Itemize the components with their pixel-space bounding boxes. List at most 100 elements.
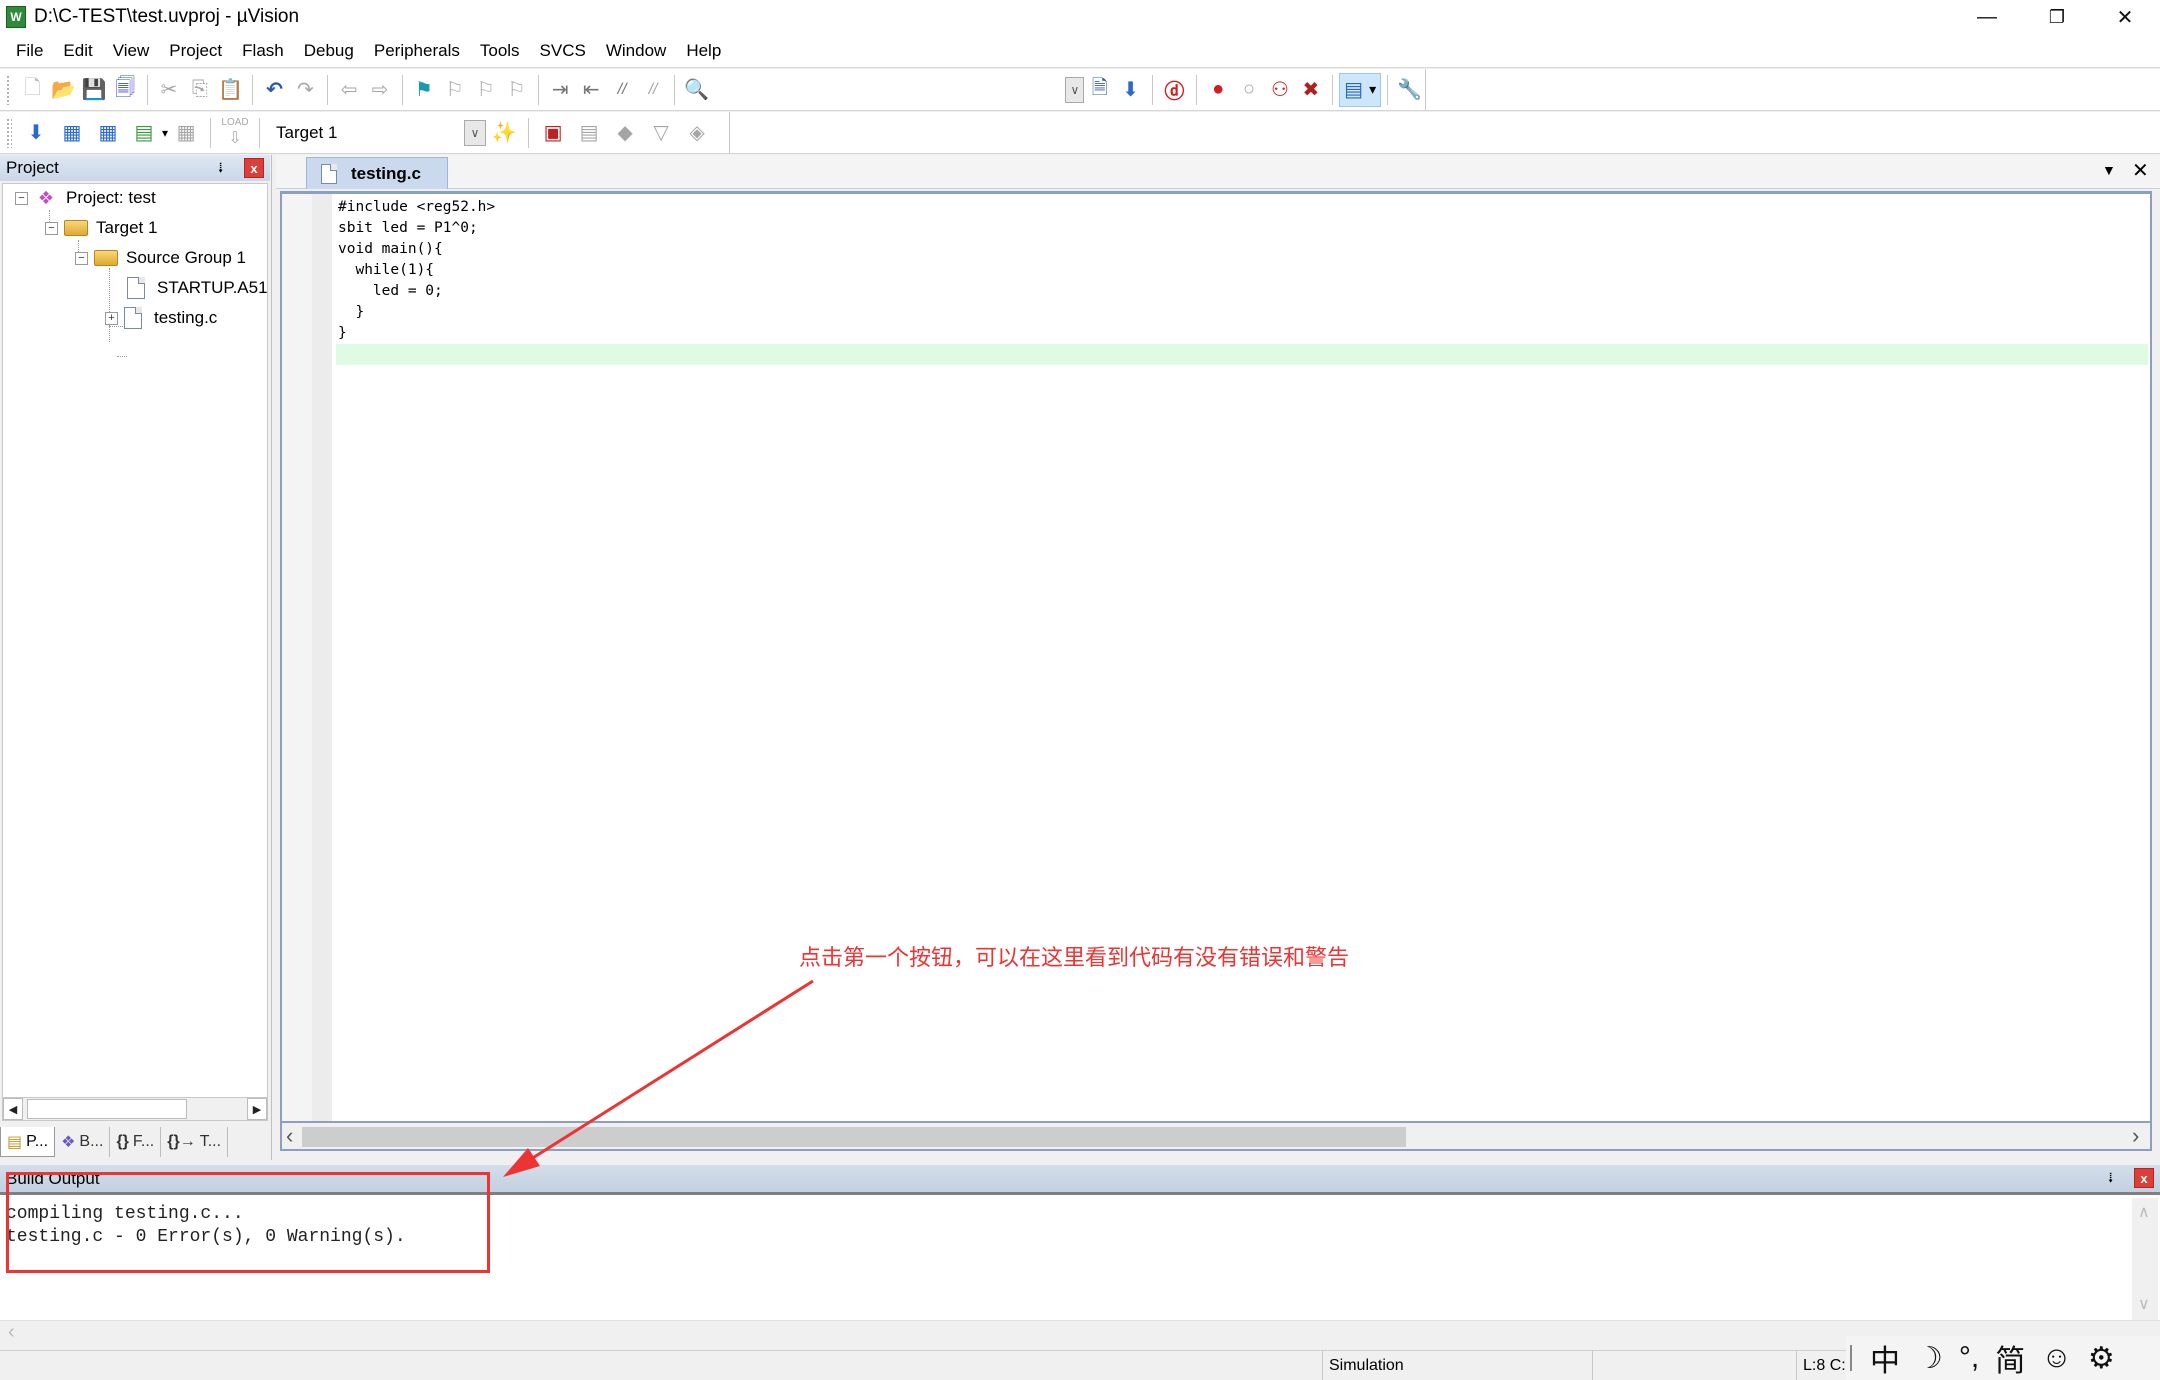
insert-breakpoint-button[interactable]: ● — [1205, 74, 1232, 106]
menu-svcs[interactable]: SVCS — [530, 41, 596, 61]
code-editor[interactable]: #include <reg52.h> sbit led = P1^0; void… — [280, 191, 2152, 1123]
build-button[interactable]: ▦ — [56, 117, 88, 149]
download-button[interactable]: LOAD ⇩ — [219, 117, 251, 149]
scroll-left-button[interactable]: ◀ — [3, 1098, 23, 1120]
copy-button[interactable]: ⎘ — [186, 74, 213, 106]
menu-edit[interactable]: Edit — [53, 41, 102, 61]
scroll-left-icon[interactable]: ‹ — [8, 1321, 15, 1344]
find-combo-dropdown[interactable]: ∨ — [1065, 76, 1085, 103]
tab-list-dropdown-icon[interactable]: ▼ — [2102, 162, 2116, 178]
expand-icon[interactable]: + — [105, 311, 118, 325]
build-output-vertical-scrollbar[interactable]: ∧ ∨ — [2132, 1198, 2158, 1320]
incremental-find-button[interactable]: ⬇ — [1117, 74, 1144, 106]
tab-templates[interactable]: {}→ T... — [161, 1127, 229, 1157]
translate-button[interactable]: ⬇ — [20, 117, 52, 149]
manage-project-items-button[interactable]: ▤ — [573, 117, 605, 149]
navigate-back-button[interactable]: ⇦ — [336, 74, 363, 106]
close-panel-button[interactable]: x — [2134, 1168, 2154, 1188]
close-panel-button[interactable]: x — [244, 158, 264, 178]
menu-file[interactable]: File — [6, 41, 53, 61]
menu-debug[interactable]: Debug — [294, 41, 364, 61]
tree-item-file[interactable]: STARTUP.A51 — [127, 274, 268, 302]
collapse-icon[interactable]: − — [45, 221, 58, 235]
batch-build-dropdown-icon[interactable]: ▾ — [162, 126, 168, 140]
menu-help[interactable]: Help — [676, 41, 731, 61]
scroll-down-icon[interactable]: ∨ — [2138, 1294, 2150, 1314]
window-layout-button[interactable]: ▤ ▾ — [1339, 72, 1382, 107]
scroll-right-button[interactable]: ▶ — [247, 1098, 267, 1120]
enable-breakpoint-button[interactable]: ○ — [1236, 74, 1263, 106]
editor-horizontal-scrollbar[interactable]: ‹ › — [280, 1123, 2152, 1151]
toolbar-grip[interactable] — [6, 117, 12, 148]
stop-build-button[interactable]: ▦ — [170, 117, 202, 149]
debug-session-button[interactable]: ⓓ — [1161, 74, 1188, 106]
collapse-icon[interactable]: − — [15, 191, 28, 205]
menu-peripherals[interactable]: Peripherals — [364, 41, 470, 61]
kill-all-breakpoints-button[interactable]: ✖ — [1297, 74, 1324, 106]
ime-simplified-mode[interactable]: 简 — [1995, 1336, 2025, 1380]
cut-button[interactable]: ✂ — [156, 74, 183, 106]
select-software-packs-button[interactable]: ◆ — [609, 117, 641, 149]
tab-testing-c[interactable]: testing.c — [306, 157, 448, 189]
ime-chinese-mode[interactable]: 中 — [1870, 1336, 1900, 1380]
target-select-dropdown[interactable]: ∨ — [464, 119, 487, 146]
ime-emoji-icon[interactable]: ☺ — [2041, 1341, 2072, 1375]
ime-settings-gear-icon[interactable]: ⚙ — [2088, 1341, 2115, 1376]
pack-installer-button[interactable]: ▽ — [645, 117, 677, 149]
build-output-horizontal-scrollbar[interactable]: ‹ — [0, 1320, 2160, 1345]
disable-all-breakpoints-button[interactable]: ⚇ — [1267, 74, 1294, 106]
close-tab-icon[interactable]: ✕ — [2132, 158, 2149, 183]
collapse-icon[interactable]: − — [75, 251, 88, 265]
toolbar-grip[interactable] — [6, 74, 12, 105]
restore-button[interactable]: ❐ — [2022, 0, 2092, 34]
menu-window[interactable]: Window — [596, 41, 676, 61]
menu-project[interactable]: Project — [159, 41, 232, 61]
rte-button[interactable]: ◈ — [681, 117, 713, 149]
menu-flash[interactable]: Flash — [232, 41, 294, 61]
menu-view[interactable]: View — [103, 41, 160, 61]
tree-item-source-group[interactable]: − Source Group 1 — [75, 244, 246, 272]
tab-functions[interactable]: {} F... — [110, 1127, 162, 1157]
unindent-button[interactable]: ⇤ — [578, 74, 605, 106]
scroll-left-icon[interactable]: ‹ — [286, 1123, 293, 1149]
open-file-button[interactable]: 📂 — [50, 74, 77, 106]
new-file-button[interactable]: 🗋 — [19, 74, 46, 106]
find-in-files-button[interactable]: 🔍 — [683, 74, 710, 106]
target-select[interactable]: Target 1 ∨ — [266, 118, 487, 148]
rebuild-button[interactable]: ▦ — [92, 117, 124, 149]
undo-button[interactable]: ↶ — [261, 74, 288, 106]
project-horizontal-scrollbar[interactable]: ◀ ▶ — [2, 1097, 268, 1121]
save-all-button[interactable]: 🗐 — [112, 74, 139, 106]
batch-build-button[interactable]: ▤ — [128, 117, 160, 149]
save-button[interactable]: 💾 — [81, 74, 108, 106]
menu-tools[interactable]: Tools — [470, 41, 530, 61]
ime-punctuation-icon[interactable]: °, — [1959, 1341, 1979, 1375]
tree-item-project[interactable]: − ❖ Project: test — [15, 184, 156, 212]
manage-components-button[interactable]: ▣ — [537, 117, 569, 149]
previous-bookmark-button[interactable]: ⚐ — [441, 74, 468, 106]
uncomment-button[interactable]: // — [640, 74, 667, 106]
find-button[interactable]: 🗎 — [1086, 74, 1113, 106]
navigate-forward-button[interactable]: ⇨ — [367, 74, 394, 106]
tab-books[interactable]: ❖ B... — [55, 1127, 111, 1157]
tree-item-file[interactable]: + testing.c — [105, 304, 217, 332]
scrollbar-thumb[interactable] — [302, 1127, 1406, 1147]
paste-button[interactable]: 📋 — [217, 74, 244, 106]
redo-button[interactable]: ↷ — [292, 74, 319, 106]
scroll-right-icon[interactable]: › — [2132, 1123, 2139, 1149]
indent-button[interactable]: ⇥ — [547, 74, 574, 106]
next-bookmark-button[interactable]: ⚐ — [472, 74, 499, 106]
scrollbar-thumb[interactable] — [27, 1099, 187, 1119]
scroll-up-icon[interactable]: ∧ — [2138, 1202, 2150, 1222]
tree-item-target[interactable]: − Target 1 — [45, 214, 157, 242]
target-options-button[interactable]: ✨ — [488, 117, 520, 149]
close-window-button[interactable]: ✕ — [2090, 0, 2160, 34]
ime-grip[interactable] — [1850, 1345, 1852, 1371]
insert-bookmark-button[interactable]: ⚑ — [410, 74, 437, 106]
configure-button[interactable]: 🔧 — [1396, 74, 1423, 106]
pin-icon[interactable]: ⭭ — [2108, 1168, 2113, 1193]
tab-project[interactable]: ▤ P... — [0, 1127, 56, 1157]
pin-icon[interactable]: ⭭ — [218, 158, 223, 183]
minimize-button[interactable]: — — [1952, 0, 2022, 34]
ime-halfwidth-moon-icon[interactable]: ☽ — [1916, 1341, 1943, 1376]
